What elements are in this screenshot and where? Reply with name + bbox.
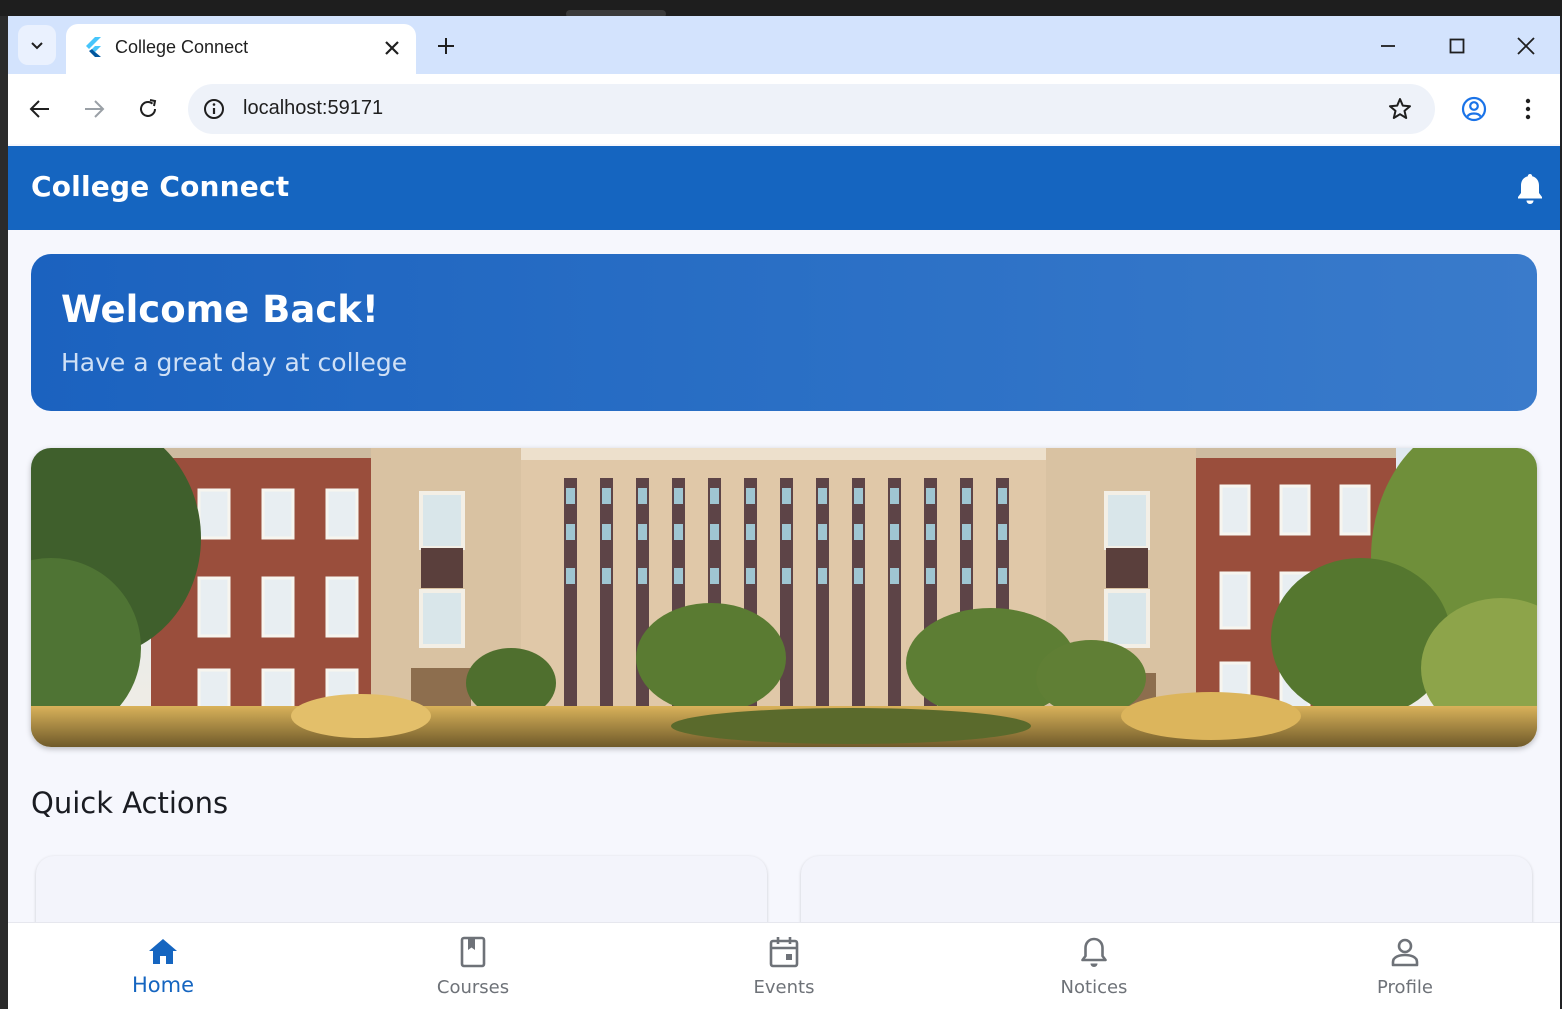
- account-circle-icon: [1461, 96, 1487, 122]
- reload-icon: [140, 99, 157, 117]
- browser-tab[interactable]: College Connect: [66, 24, 416, 74]
- close-icon: [385, 41, 399, 55]
- calendar-icon: [769, 937, 799, 968]
- bell-icon: [1081, 937, 1107, 967]
- new-tab-button[interactable]: [432, 32, 460, 60]
- campus-image: [31, 448, 1537, 747]
- nav-item-home[interactable]: Home: [8, 923, 318, 1009]
- nav-label: Home: [131, 973, 194, 997]
- profile-button[interactable]: [1459, 94, 1489, 124]
- close-icon: [1517, 37, 1535, 55]
- desktop-left-strip: [0, 16, 8, 1009]
- maximize-icon: [1449, 38, 1465, 54]
- nav-label: Events: [753, 977, 815, 998]
- browser-window: College Connect localhost:59171 College …: [8, 16, 1560, 1009]
- tab-title: College Connect: [115, 37, 249, 57]
- plus-icon: [438, 38, 454, 54]
- nav-label: Profile: [1377, 977, 1433, 998]
- maximize-button[interactable]: [1443, 32, 1471, 60]
- nav-item-events[interactable]: Events: [629, 923, 939, 1009]
- window-close-button[interactable]: [1512, 32, 1540, 60]
- welcome-banner: Welcome Back! Have a great day at colleg…: [31, 254, 1537, 411]
- notifications-icon[interactable]: [1514, 172, 1546, 206]
- minimize-button[interactable]: [1374, 32, 1402, 60]
- app-title: College Connect: [31, 170, 290, 203]
- welcome-heading: Welcome Back!: [61, 288, 379, 331]
- arrow-right-icon: [85, 100, 105, 118]
- reload-button[interactable]: [133, 94, 163, 124]
- app-content: College Connect Welcome Back! Have a gre…: [8, 144, 1560, 1009]
- app-bar: College Connect: [8, 146, 1560, 230]
- minimize-icon: [1381, 45, 1395, 47]
- flutter-icon: [86, 37, 101, 57]
- browser-toolbar: localhost:59171: [8, 74, 1560, 144]
- bottom-navigation: Home Courses Events Notices Profile: [8, 922, 1560, 1009]
- campus-building-illustration: [31, 448, 1537, 747]
- tab-close-button[interactable]: [380, 36, 404, 60]
- more-vert-icon: [1525, 98, 1531, 120]
- nav-label: Courses: [436, 977, 510, 998]
- info-icon: [204, 99, 224, 119]
- nav-item-profile[interactable]: Profile: [1250, 923, 1560, 1009]
- tab-search-button[interactable]: [18, 25, 56, 65]
- site-info-button[interactable]: [202, 97, 226, 121]
- arrow-left-icon: [29, 100, 49, 118]
- person-icon: [1391, 938, 1419, 967]
- home-icon: [149, 939, 177, 964]
- url-text: localhost:59171: [243, 97, 384, 119]
- star-icon: [1389, 98, 1411, 119]
- nav-item-notices[interactable]: Notices: [939, 923, 1249, 1009]
- address-bar[interactable]: localhost:59171: [188, 84, 1435, 134]
- bookmark-button[interactable]: [1387, 96, 1413, 122]
- browser-menu-button[interactable]: [1513, 94, 1543, 124]
- back-button[interactable]: [25, 94, 55, 124]
- quick-actions-title: Quick Actions: [31, 786, 229, 820]
- nav-label: Notices: [1060, 977, 1128, 998]
- forward-button[interactable]: [79, 94, 109, 124]
- book-icon: [460, 936, 486, 968]
- screen: College Connect localhost:59171 College …: [0, 0, 1562, 1009]
- nav-item-courses[interactable]: Courses: [318, 923, 628, 1009]
- desktop-top-strip: [0, 0, 1562, 18]
- tab-bar: College Connect: [8, 16, 1560, 74]
- welcome-subtitle: Have a great day at college: [61, 348, 408, 377]
- chevron-down-icon: [31, 42, 43, 50]
